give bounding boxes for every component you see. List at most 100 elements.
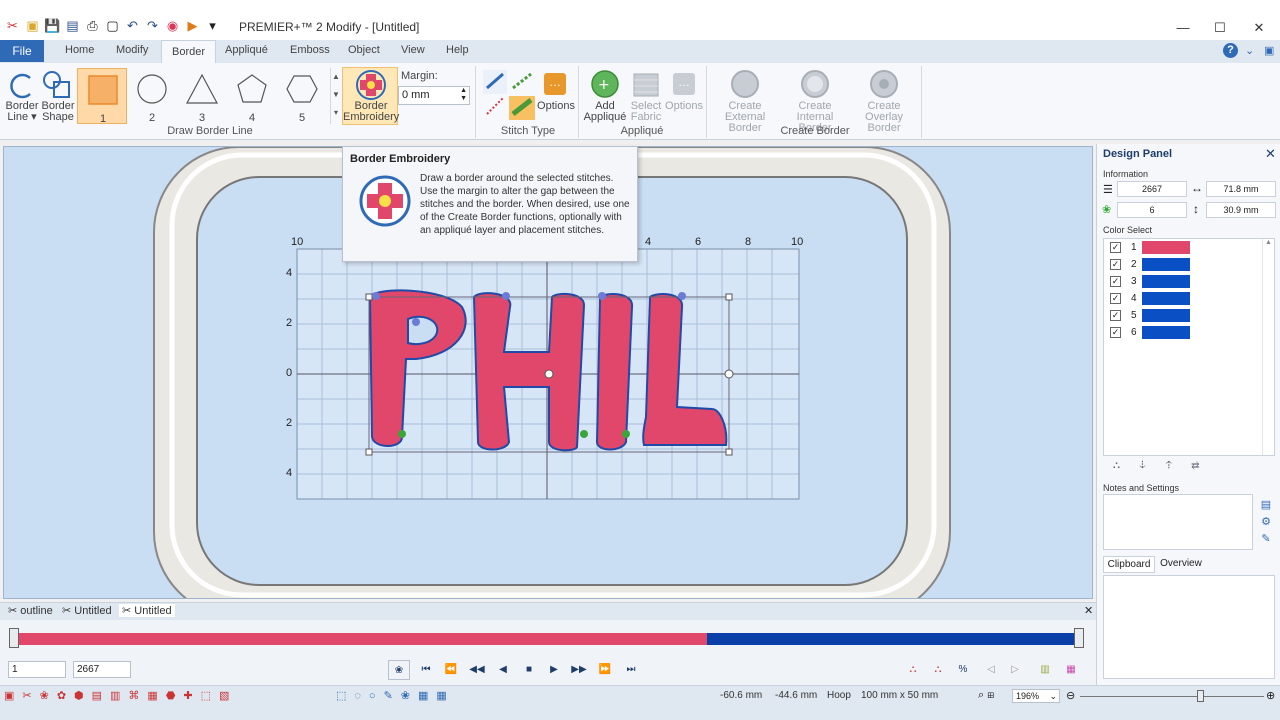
border-shape-button[interactable]: Border Shape: [40, 70, 76, 126]
play-back-button[interactable]: ◀: [492, 660, 514, 680]
chevron-down-icon[interactable]: ⌄: [1245, 44, 1254, 57]
color-swatch[interactable]: [1142, 258, 1190, 271]
play-button[interactable]: ▶: [543, 660, 565, 680]
status-toolbar-icons[interactable]: ▣✂❀✿⬢▤▥⌘▦⬣✚⬚▧: [4, 689, 237, 702]
start-slider-handle[interactable]: [9, 628, 19, 648]
color-row[interactable]: ✓ 1: [1104, 239, 1264, 256]
zoom-slider-track[interactable]: [1080, 696, 1264, 697]
color-tool-icon[interactable]: ⛬: [902, 660, 924, 680]
color-tool-icon[interactable]: ⛬: [927, 660, 949, 680]
palette-icon[interactable]: ▦: [1060, 660, 1082, 680]
create-internal-border-button[interactable]: Create Internal Border: [780, 70, 850, 134]
open-icon[interactable]: ▣: [24, 18, 41, 34]
maximize-button[interactable]: ☐: [1210, 20, 1230, 36]
margin-input[interactable]: 0 mm ▲ ▼: [398, 86, 470, 105]
tab-file[interactable]: File: [0, 40, 44, 62]
notes-box[interactable]: [1103, 494, 1253, 550]
last-color-button[interactable]: ⏭: [620, 660, 642, 680]
first-color-button[interactable]: ⏮: [415, 660, 437, 680]
clipboard-area[interactable]: [1103, 575, 1275, 679]
tab-object[interactable]: Object: [348, 44, 380, 56]
arrow-right-icon[interactable]: ▷: [1004, 660, 1026, 680]
start-stitch-input[interactable]: 1: [8, 661, 66, 678]
shape-triangle-button[interactable]: 3: [177, 68, 227, 124]
color-row[interactable]: ✓ 5: [1104, 307, 1264, 324]
color-row[interactable]: ✓ 6: [1104, 324, 1264, 341]
select-fabric-button[interactable]: Select Fabric: [627, 70, 665, 124]
gallery-scroll[interactable]: ▲ ▼ ▾: [330, 68, 341, 124]
create-overlay-border-button[interactable]: Create Overlay Border: [849, 70, 919, 134]
play-icon[interactable]: ▶: [184, 18, 201, 34]
stitch-type-gallery[interactable]: [481, 68, 537, 122]
save-as-icon[interactable]: ▤: [64, 18, 81, 34]
color-swatch[interactable]: [1142, 241, 1190, 254]
new-icon[interactable]: ▢: [104, 18, 121, 34]
tab-overview[interactable]: Overview: [1157, 556, 1205, 573]
step-back-button[interactable]: ◀◀: [466, 660, 488, 680]
next-color-button[interactable]: ⏩: [594, 660, 616, 680]
close-icon[interactable]: ✕: [1265, 146, 1276, 162]
prev-color-button[interactable]: ⏪: [440, 660, 462, 680]
status-select-icons[interactable]: ⬚◌○✎❀▦▦: [336, 689, 455, 702]
step-forward-button[interactable]: ▶▶: [568, 660, 590, 680]
dropdown-icon[interactable]: ▾: [204, 18, 221, 34]
color-row[interactable]: ✓ 2: [1104, 256, 1264, 273]
shape-hexagon-button[interactable]: 5: [277, 68, 327, 124]
redo-icon[interactable]: ↷: [144, 18, 161, 34]
color-row[interactable]: ✓ 4: [1104, 290, 1264, 307]
undo-icon[interactable]: ↶: [124, 18, 141, 34]
end-stitch-input[interactable]: 2667: [73, 661, 131, 678]
border-line-button[interactable]: Border Line ▾: [4, 70, 40, 126]
color-swatch[interactable]: [1142, 309, 1190, 322]
zoom-icon[interactable]: ⌕ ⊞: [978, 689, 994, 702]
margin-stepper[interactable]: ▲ ▼: [460, 87, 467, 103]
color-list-toolbar[interactable]: ⛬⇣⇡⇄: [1113, 460, 1219, 471]
create-external-border-button[interactable]: Create External Border: [710, 70, 780, 134]
minimize-button[interactable]: —: [1173, 20, 1193, 35]
tab-home[interactable]: Home: [65, 44, 94, 56]
tab-view[interactable]: View: [401, 44, 425, 56]
color-checkbox[interactable]: ✓: [1110, 310, 1121, 321]
tab-border[interactable]: Border: [161, 40, 217, 63]
tab-clipboard[interactable]: Clipboard: [1103, 556, 1155, 573]
tab-emboss[interactable]: Emboss: [290, 44, 330, 56]
tab-modify[interactable]: Modify: [116, 44, 148, 56]
zoom-select[interactable]: 196% ⌄: [1012, 689, 1060, 703]
add-applique-button[interactable]: + Add Appliqué: [583, 70, 627, 124]
ribbon-collapse-icon[interactable]: ▣: [1264, 44, 1274, 57]
color-select-list[interactable]: ✓ 1 ✓ 2 ✓ 3 ✓ 4 ✓ 5 ✓ 6 ▲: [1103, 238, 1275, 456]
tab-help[interactable]: Help: [446, 44, 469, 56]
stitch-progress-track[interactable]: [14, 633, 1080, 645]
color-list-scrollbar[interactable]: ▲: [1262, 239, 1274, 455]
applique-options-button[interactable]: … Options: [665, 70, 703, 124]
zoom-in-icon[interactable]: ⊕: [1266, 689, 1275, 702]
doc-tab-untitled-active[interactable]: ✂ Untitled: [119, 604, 175, 617]
border-embroidery-button[interactable]: Border Embroidery: [342, 67, 399, 125]
shape-square-button[interactable]: 1: [77, 68, 127, 125]
color-wheel-icon[interactable]: ◉: [164, 18, 181, 34]
zoom-out-icon[interactable]: ⊖: [1066, 689, 1075, 702]
doc-tab-outline[interactable]: ✂ outline: [8, 604, 53, 617]
scale-icon[interactable]: %: [952, 660, 974, 680]
arrow-left-icon[interactable]: ◁: [980, 660, 1002, 680]
color-checkbox[interactable]: ✓: [1110, 293, 1121, 304]
tab-applique[interactable]: Appliqué: [225, 44, 268, 56]
stop-button[interactable]: ■: [518, 660, 540, 680]
show-stitches-icon[interactable]: ❀: [388, 660, 410, 680]
palette-icon[interactable]: ▥: [1034, 660, 1056, 680]
color-swatch[interactable]: [1142, 275, 1190, 288]
shape-pentagon-button[interactable]: 4: [227, 68, 277, 124]
color-swatch[interactable]: [1142, 292, 1190, 305]
save-icon[interactable]: 💾: [44, 18, 61, 34]
color-row[interactable]: ✓ 3: [1104, 273, 1264, 290]
scissors-icon[interactable]: ✂: [4, 18, 21, 34]
color-checkbox[interactable]: ✓: [1110, 259, 1121, 270]
close-button[interactable]: ✕: [1249, 20, 1269, 36]
shape-circle-button[interactable]: 2: [127, 68, 177, 124]
color-checkbox[interactable]: ✓: [1110, 242, 1121, 253]
color-swatch[interactable]: [1142, 326, 1190, 339]
color-checkbox[interactable]: ✓: [1110, 276, 1121, 287]
help-icon[interactable]: ?: [1223, 43, 1238, 58]
end-slider-handle[interactable]: [1074, 628, 1084, 648]
stitch-options-button[interactable]: … Options: [537, 70, 575, 120]
